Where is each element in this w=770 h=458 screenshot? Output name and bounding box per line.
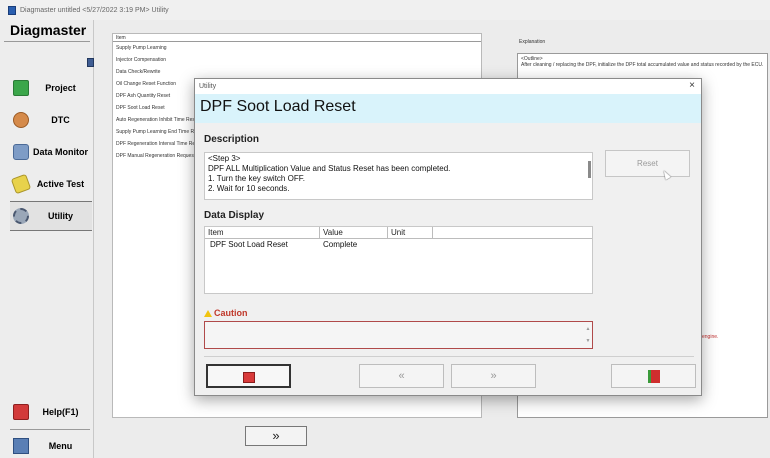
caution-label: Caution — [214, 308, 248, 318]
cell-item: DPF Soot Load Reset — [210, 240, 288, 249]
list-item[interactable]: Oil Change Reset Function — [113, 78, 195, 90]
sidebar-item-label: Data Monitor — [33, 147, 88, 157]
caution-box: ▲ ▼ — [204, 321, 593, 349]
project-icon — [13, 80, 29, 96]
menu-label: Menu — [48, 441, 73, 451]
back-button[interactable]: « — [359, 364, 444, 388]
help-label: Help(F1) — [42, 407, 79, 417]
document-icon — [87, 58, 94, 67]
dtc-icon — [13, 112, 29, 128]
description-line: 2. Wait for 10 seconds. — [208, 184, 290, 193]
sidebar-item-label: Utility — [47, 211, 73, 221]
sidebar-divider — [10, 429, 90, 430]
forward-button[interactable]: » — [451, 364, 536, 388]
description-line: <Step 3> — [208, 154, 241, 163]
manual-button[interactable] — [206, 364, 291, 388]
explanation-text: After cleaning / replacing the DPF, init… — [521, 62, 764, 68]
sidebar-item-label: Active Test — [36, 179, 85, 189]
caution-heading: Caution — [204, 308, 248, 318]
close-icon[interactable]: × — [689, 80, 695, 92]
list-item[interactable]: DPF Manual Regeneration Request Reset — [113, 150, 195, 162]
column-header-unit[interactable]: Unit — [388, 227, 433, 238]
list-item[interactable]: DPF Ash Quantity Reset — [113, 90, 195, 102]
list-item[interactable]: Auto Regeneration Inhibit Time Reset — [113, 114, 195, 126]
sidebar-item-utility[interactable]: Utility — [10, 201, 92, 231]
dialog-divider — [204, 356, 694, 357]
exit-door-icon — [647, 369, 660, 383]
cell-unit — [388, 239, 433, 251]
dialog-window-title: Utility — [199, 83, 217, 90]
next-page-button[interactable]: » — [245, 426, 307, 446]
data-display-label: Data Display — [204, 210, 265, 221]
sidebar-item-label: Project — [45, 83, 76, 93]
table-header: Item Value Unit — [205, 227, 592, 239]
sidebar-item-active-test[interactable]: Active Test — [10, 169, 92, 199]
column-header-value[interactable]: Value — [320, 227, 388, 238]
column-header-item[interactable]: Item — [205, 227, 320, 238]
sidebar-item-project[interactable]: Project — [10, 73, 92, 103]
utility-dialog: Utility × DPF Soot Load Reset Descriptio… — [194, 78, 702, 396]
description-scrollbar[interactable] — [588, 161, 591, 178]
description-box: <Step 3> DPF ALL Multiplication Value an… — [204, 152, 593, 200]
list-item[interactable]: DPF Regeneration Interval Time Reset — [113, 138, 195, 150]
exit-button[interactable] — [611, 364, 696, 388]
data-display-table: Item Value Unit DPF Soot Load Reset Comp… — [204, 226, 593, 294]
caution-scrollbar[interactable]: ▲ ▼ — [585, 323, 591, 347]
explanation-label: Explanation — [519, 39, 546, 45]
list-header: Item — [113, 34, 481, 42]
list-item[interactable]: Supply Pump Learning End Time Reset — [113, 126, 195, 138]
description-line: DPF ALL Multiplication Value and Status … — [208, 164, 451, 173]
reset-button[interactable]: Reset — [605, 150, 690, 177]
utility-icon — [13, 208, 29, 224]
window-title: Diagmaster untitled <5/27/2022 3:19 PM> … — [20, 6, 169, 14]
help-button[interactable]: Help(F1) — [10, 397, 92, 427]
dialog-header: DPF Soot Load Reset — [195, 94, 701, 123]
book-icon — [242, 371, 255, 383]
list-item[interactable]: Supply Pump Learning — [113, 42, 195, 54]
help-book-icon — [13, 404, 29, 420]
table-row[interactable]: DPF Soot Load Reset Complete — [205, 239, 592, 251]
window-titlebar: Diagmaster untitled <5/27/2022 3:19 PM> … — [0, 0, 770, 20]
sidebar-item-label: DTC — [51, 115, 70, 125]
brand-logo: Diagmaster — [10, 22, 87, 38]
menu-button[interactable]: Menu — [10, 431, 92, 458]
brand-divider — [4, 41, 90, 42]
description-label: Description — [204, 134, 260, 145]
data-monitor-icon — [13, 144, 29, 160]
list-item[interactable]: DPF Soot Load Reset — [113, 102, 195, 114]
list-item[interactable]: Injector Compensation — [113, 54, 195, 66]
app-icon — [8, 5, 16, 15]
description-line: 1. Turn the key switch OFF. — [208, 174, 305, 183]
sidebar: Diagmaster Project DTC Data Monitor Acti… — [0, 20, 94, 458]
explanation-red-text: engine. — [702, 334, 719, 340]
list-item[interactable]: Data Check/Rewrite — [113, 66, 195, 78]
dialog-title: DPF Soot Load Reset — [200, 98, 356, 115]
dialog-titlebar: Utility — [195, 79, 701, 94]
sidebar-item-dtc[interactable]: DTC — [10, 105, 92, 135]
active-test-icon — [10, 173, 32, 195]
menu-icon — [13, 438, 29, 454]
cell-value: Complete — [323, 240, 358, 249]
sidebar-item-data-monitor[interactable]: Data Monitor — [10, 137, 92, 167]
warning-icon — [204, 309, 212, 317]
